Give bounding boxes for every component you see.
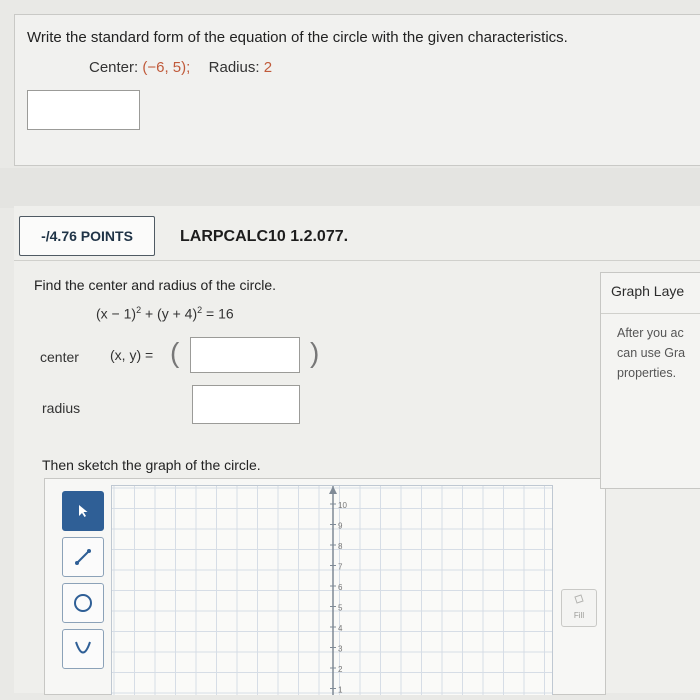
graph-layers-help-line-1: After you ac: [617, 326, 684, 340]
graph-layers-help-line-3: properties.: [617, 366, 677, 380]
sketch-prompt: Then sketch the graph of the circle.: [42, 457, 261, 473]
fill-icon: [574, 594, 584, 604]
y-tick-label: 1: [338, 686, 343, 695]
y-tick-label: 3: [338, 645, 343, 654]
circle-equation: (x − 1)2 + (y + 4)2 = 16: [96, 305, 234, 322]
line-tool-button[interactable]: [62, 537, 104, 577]
pointer-tool-button[interactable]: [62, 491, 104, 531]
close-paren: ): [310, 337, 320, 368]
parabola-tool-button[interactable]: [62, 629, 104, 669]
graphing-tool: 10 9 8 7 6 5 4 3 2 1 Fill: [44, 478, 606, 695]
problem-id: LARPCALC10 1.2.077.: [180, 228, 349, 245]
equation-part-2: + (y + 4): [141, 305, 198, 322]
center-label: center: [40, 349, 79, 365]
graph-layers-panel: Graph Laye After you ac can use Gra prop…: [600, 272, 700, 489]
line-tool-icon: [75, 549, 91, 565]
center-expression: (x, y) =: [110, 347, 154, 363]
equation-part-3: = 16: [202, 305, 234, 322]
y-tick-label: 6: [338, 583, 343, 592]
header-divider: [14, 260, 700, 261]
radius-given-label: Radius:: [208, 59, 260, 76]
fill-button[interactable]: Fill: [561, 589, 597, 627]
y-tick-label: 4: [338, 624, 343, 633]
y-tick-label: 7: [338, 563, 343, 572]
pointer-icon: [79, 505, 88, 517]
standard-form-answer-input[interactable]: [27, 90, 140, 130]
y-tick-label: 5: [338, 604, 343, 613]
y-tick-label: 10: [338, 501, 347, 510]
y-tick-label: 9: [338, 522, 343, 531]
radius-label: radius: [42, 400, 81, 416]
graph-canvas[interactable]: 10 9 8 7 6 5 4 3 2 1: [111, 485, 553, 695]
center-answer-input[interactable]: [190, 337, 300, 373]
parabola-tool-icon: [75, 641, 91, 654]
section-separator: [0, 168, 700, 208]
graph-layers-help-line-2: can use Gra: [617, 346, 686, 360]
y-tick-label: 8: [338, 542, 343, 551]
radius-given-value: 2: [263, 59, 273, 76]
question-2-prompt: Find the center and radius of the circle…: [34, 277, 277, 293]
radius-answer-input[interactable]: [192, 385, 300, 424]
fill-label: Fill: [573, 611, 585, 620]
points-button[interactable]: -/4.76 POINTS: [19, 216, 155, 256]
circle-tool-button[interactable]: [62, 583, 104, 623]
graph-grid: 10 9 8 7 6 5 4 3 2 1: [112, 486, 552, 695]
center-given-value: (−6, 5);: [142, 59, 191, 76]
question-1-panel: Write the standard form of the equation …: [14, 14, 700, 166]
circle-tool-icon: [74, 594, 92, 612]
question-1-prompt: Write the standard form of the equation …: [27, 29, 568, 46]
y-tick-label: 2: [338, 665, 343, 674]
y-axis-arrow-icon: [329, 486, 337, 494]
center-given-label: Center:: [89, 59, 139, 76]
equation-part-1: (x − 1): [96, 305, 137, 322]
graph-layers-help: After you ac can use Gra properties.: [617, 323, 685, 383]
open-paren: (: [170, 337, 180, 368]
question-1-givens: Center: (−6, 5); Radius: 2: [89, 59, 272, 76]
graph-layers-title: Graph Laye: [611, 283, 685, 299]
graph-layers-divider: [601, 313, 700, 314]
question-2-panel: -/4.76 POINTS LARPCALC10 1.2.077. Find t…: [14, 206, 700, 695]
